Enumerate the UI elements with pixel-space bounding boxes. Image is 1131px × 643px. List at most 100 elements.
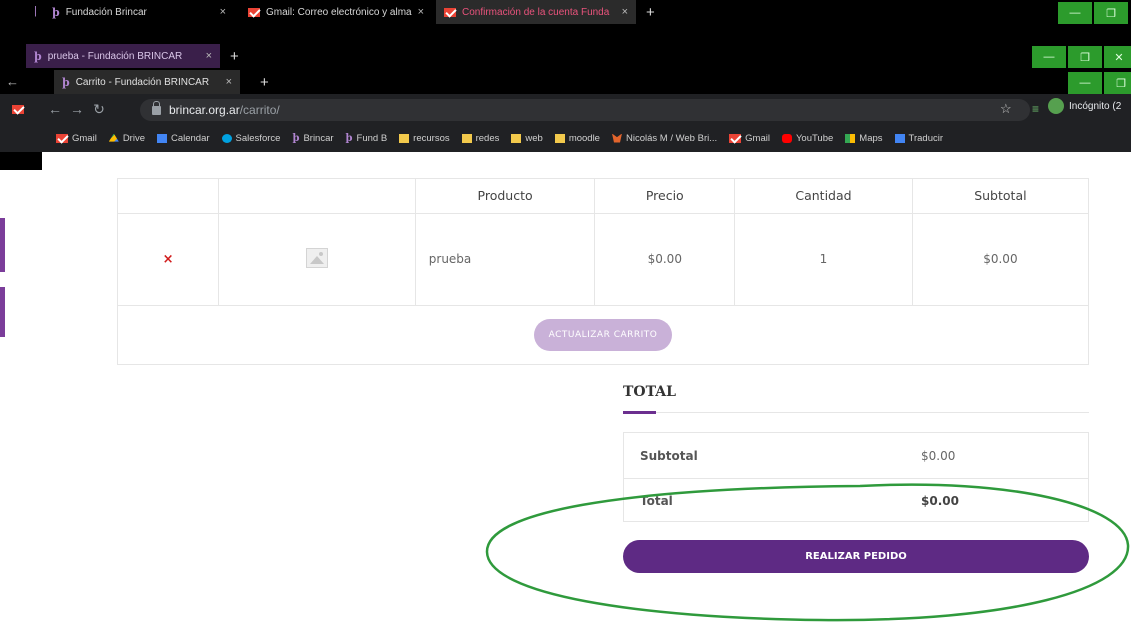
bookmark-star-icon[interactable]: ☆ <box>1000 101 1012 117</box>
back-arrow-icon[interactable]: ← <box>6 74 19 89</box>
brincar-b-icon: þ <box>345 132 353 144</box>
total-label: Total <box>640 494 673 508</box>
bookmark-recursos[interactable]: recursos <box>399 132 450 144</box>
close-icon[interactable]: × <box>220 6 226 18</box>
bookmark-gmail[interactable]: Gmail <box>56 133 97 144</box>
bookmark-label: moodle <box>568 132 600 144</box>
url-host: brincar.org.ar <box>169 103 240 117</box>
bookmark-drive[interactable]: Drive <box>108 133 145 144</box>
window-controls: — ❐ ✕ <box>1030 46 1131 68</box>
bookmark-nicol-s-m-web-bri[interactable]: Nicolás M / Web Bri... <box>611 133 717 144</box>
remove-cell: × <box>118 213 219 306</box>
tab-prueba[interactable]: þ prueba - Fundación BRINCAR × <box>26 44 220 68</box>
folder-icon <box>461 133 472 143</box>
youtube-icon <box>781 133 792 143</box>
tab-strip-window-2: þ prueba - Fundación BRINCAR × + — ❐ ✕ <box>0 44 1131 70</box>
header-subtotal: Subtotal <box>911 179 1088 214</box>
total-value: $0.00 <box>921 494 959 508</box>
minimize-icon[interactable]: — <box>1068 72 1102 94</box>
thumbnail-cell <box>218 213 416 306</box>
brincar-b-icon: þ <box>52 5 60 19</box>
tab-gmail[interactable]: Gmail: Correo electrónico y alma × <box>240 0 430 24</box>
folder-icon <box>399 133 410 143</box>
restore-icon[interactable]: ❐ <box>1094 2 1128 24</box>
tab-carrito[interactable]: þ Carrito - Fundación BRINCAR × <box>54 70 240 94</box>
total-row: Total $0.00 <box>624 478 1088 523</box>
restore-icon[interactable]: ❐ <box>1068 46 1102 68</box>
bookmark-label: Maps <box>859 132 883 144</box>
close-icon[interactable]: × <box>418 6 424 18</box>
window-controls: — ❐ <box>1066 72 1131 94</box>
subtotal-value: $0.00 <box>921 448 956 463</box>
header-thumbnail <box>218 179 416 214</box>
close-icon[interactable]: × <box>226 76 232 88</box>
tab-confirmacion-cuenta[interactable]: Confirmación de la cuenta Funda × <box>436 0 636 24</box>
new-tab-button[interactable]: + <box>260 70 269 94</box>
gmail-icon <box>729 133 742 143</box>
bookmark-maps[interactable]: Maps <box>845 132 883 144</box>
incognito-icon <box>1048 98 1064 114</box>
window-controls: — ❐ <box>1056 2 1128 24</box>
bookmark-label: Traducir <box>908 132 944 144</box>
header-quantity: Cantidad <box>734 179 913 214</box>
bookmark-salesforce[interactable]: Salesforce <box>221 132 281 144</box>
title-accent <box>623 411 656 414</box>
incognito-profile[interactable]: Incógnito (2 <box>1048 98 1121 114</box>
brincar-b-icon: | <box>34 5 37 17</box>
bookmark-fund-b[interactable]: þ Fund B <box>346 133 388 144</box>
bookmark-label: recursos <box>413 132 450 144</box>
close-icon[interactable]: × <box>206 50 212 62</box>
close-icon[interactable]: ✕ <box>1104 46 1131 68</box>
back-icon[interactable]: ← <box>44 101 66 117</box>
salesforce-icon <box>221 133 232 143</box>
new-tab-button[interactable]: + <box>230 44 239 68</box>
bookmark-youtube[interactable]: YouTube <box>781 133 833 144</box>
side-indicator <box>0 287 5 337</box>
side-indicator <box>0 218 5 272</box>
folder-icon <box>511 133 522 143</box>
gmail-icon <box>248 7 260 17</box>
bookmark-brincar[interactable]: þ Brincar <box>292 133 333 144</box>
cart-header-row: Producto Precio Cantidad Subtotal <box>118 179 1088 214</box>
reading-list-icon[interactable]: ≡ <box>1032 102 1039 116</box>
tab-title: Carrito - Fundación BRINCAR <box>75 76 210 88</box>
url-path: /carrito/ <box>239 103 280 117</box>
bookmark-web[interactable]: web <box>511 133 543 144</box>
restore-icon[interactable]: ❐ <box>1104 72 1131 94</box>
minimize-icon[interactable]: — <box>1032 46 1066 68</box>
product-subtotal: $0.00 <box>911 213 1088 306</box>
bookmarks-bar: Gmail Drive Calendar Salesforce þ Brincar þ Fun… <box>0 124 1131 152</box>
product-name-link[interactable]: prueba <box>414 213 595 306</box>
gmail-icon <box>12 104 24 114</box>
subtotal-label: Subtotal <box>640 448 698 463</box>
update-cart-button[interactable]: ACTUALIZAR CARRITO <box>534 319 672 351</box>
tab-fundacion-brincar[interactable]: þ Fundación Brincar × <box>44 0 234 24</box>
bookmark-label: Gmail <box>745 132 770 144</box>
forward-icon[interactable]: → <box>66 101 88 117</box>
bookmark-traducir[interactable]: Traducir <box>894 132 944 144</box>
tab-title: Confirmación de la cuenta Funda <box>462 6 610 18</box>
minimize-icon[interactable]: — <box>1058 2 1092 24</box>
bookmark-gmail[interactable]: Gmail <box>729 133 770 144</box>
bookmark-redes[interactable]: redes <box>461 133 499 144</box>
product-quantity[interactable]: 1 <box>734 213 913 306</box>
page-corner <box>0 152 42 170</box>
gmail-icon <box>56 133 68 143</box>
reload-icon[interactable]: ↻ <box>88 101 110 118</box>
address-bar[interactable]: brincar.org.ar/carrito/ <box>140 99 1030 121</box>
close-icon[interactable]: × <box>622 6 628 18</box>
new-tab-button[interactable]: + <box>646 0 655 24</box>
place-order-button[interactable]: REALIZAR PEDIDO <box>623 540 1089 573</box>
remove-item-icon[interactable]: × <box>163 252 174 267</box>
bookmark-moodle[interactable]: moodle <box>554 132 600 144</box>
image-placeholder-icon[interactable] <box>306 247 328 268</box>
lock-icon <box>152 100 161 115</box>
bookmark-label: Brincar <box>303 132 334 144</box>
calendar-icon <box>156 133 167 143</box>
bookmark-label: Salesforce <box>235 132 281 144</box>
bookmark-calendar[interactable]: Calendar <box>156 133 210 144</box>
brincar-b-icon: þ <box>62 75 70 89</box>
tab-strip-window-3: ← þ Carrito - Fundación BRINCAR × + — ❐ <box>0 70 1131 94</box>
product-price: $0.00 <box>594 213 735 306</box>
folder-icon <box>554 133 565 143</box>
